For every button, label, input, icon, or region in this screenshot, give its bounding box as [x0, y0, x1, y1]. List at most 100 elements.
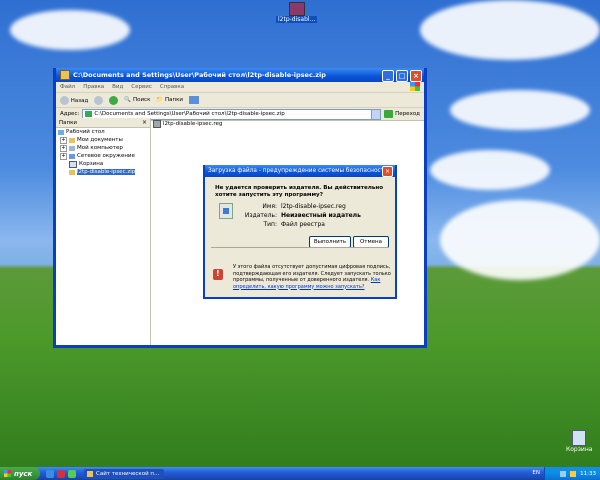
folders-pane-header: Папки × — [56, 118, 150, 128]
go-arrow-icon — [384, 110, 394, 118]
cloud — [420, 0, 600, 60]
folder-zip-icon — [60, 70, 70, 80]
dialog-title: Загрузка файла - предупреждение системы … — [208, 168, 388, 174]
expand-icon[interactable]: + — [60, 144, 67, 152]
cloud — [10, 10, 130, 50]
tree-item-recycle-bin[interactable]: Корзина — [56, 160, 150, 168]
expand-icon[interactable]: + — [60, 152, 67, 160]
start-button[interactable]: пуск — [0, 467, 40, 480]
desktop-icon-archive[interactable]: l2tp-disabl... — [276, 2, 318, 23]
warning-message: У этого файла отсутствует допустимая циф… — [233, 264, 391, 283]
windows-logo-icon — [410, 82, 420, 91]
dialog-close-button[interactable]: × — [382, 166, 393, 177]
expand-icon[interactable]: + — [60, 136, 67, 144]
taskbar-button-label: Сайт технической п... — [96, 470, 160, 477]
tree-item-network[interactable]: + Сетевое окружение — [56, 152, 150, 160]
recycle-bin-icon — [69, 160, 77, 168]
tree-item-my-documents[interactable]: + Мои документы — [56, 136, 150, 144]
cloud — [450, 90, 590, 130]
tree-item-desktop[interactable]: Рабочий стол — [56, 128, 150, 136]
publisher-value: Неизвестный издатель — [281, 212, 361, 219]
tree-item-label: Корзина — [79, 161, 104, 167]
folders-button[interactable]: 📁 Папки — [156, 97, 183, 103]
folders-label: Папки — [165, 97, 183, 103]
computer-icon — [69, 145, 75, 151]
menu-bar: Файл Правка Вид Сервис Справка — [56, 82, 424, 93]
file-item[interactable]: l2tp-disable-ipsec.reg — [153, 120, 222, 128]
back-label: Назад — [70, 97, 89, 104]
tree-item-label: Сетевое окружение — [77, 153, 135, 159]
cloud — [430, 150, 550, 190]
address-value: C:\Documents and Settings\User\Рабочий с… — [94, 111, 285, 117]
volume-tray-icon[interactable] — [570, 470, 577, 477]
type-value: Файл реестра — [281, 221, 325, 228]
menu-view[interactable]: Вид — [112, 84, 123, 90]
search-button[interactable]: 🔍 Поиск — [124, 97, 150, 103]
dialog-titlebar[interactable]: Загрузка файла - предупреждение системы … — [205, 165, 395, 177]
shield-warning-icon — [213, 269, 223, 280]
folders-pane: Папки × Рабочий стол + Мои документы + М… — [56, 118, 151, 345]
forward-button[interactable] — [94, 95, 104, 105]
go-label: Переход — [395, 111, 420, 117]
name-label: Имя: — [262, 203, 277, 210]
desktop-icon-label: l2tp-disabl... — [276, 16, 318, 23]
search-label: Поиск — [132, 97, 151, 103]
start-label: пуск — [14, 469, 33, 478]
tree-item-zip[interactable]: l2tp-disable-ipsec.zip — [56, 168, 150, 176]
desktop-icon-recycle-bin[interactable]: Корзина — [566, 430, 592, 453]
tree-item-label: Мои документы — [77, 137, 123, 143]
close-button[interactable]: × — [410, 70, 422, 82]
zip-folder-icon — [69, 169, 75, 175]
maximize-button[interactable]: □ — [396, 70, 408, 82]
address-label: Адрес: — [60, 111, 80, 117]
taskbar: пуск Сайт технической п... EN 11:33 — [0, 467, 600, 480]
file-name: l2tp-disable-ipsec.reg — [163, 121, 223, 127]
archive-icon — [288, 2, 305, 16]
folders-pane-title: Папки — [59, 119, 77, 126]
recycle-bin-icon — [572, 430, 587, 446]
warning-text: У этого файла отсутствует допустимая циф… — [233, 264, 393, 290]
network-tray-icon[interactable] — [560, 470, 567, 477]
menu-tools[interactable]: Сервис — [131, 84, 152, 90]
language-indicator[interactable]: EN — [532, 470, 540, 476]
go-button[interactable]: Переход — [384, 110, 424, 118]
type-label: Тип: — [263, 221, 277, 228]
toolbar: Назад 🔍 Поиск 📁 Папки — [56, 93, 424, 108]
registry-file-icon — [219, 203, 233, 219]
windows-logo-icon — [4, 470, 11, 477]
window-titlebar[interactable]: C:\Documents and Settings\User\Рабочий с… — [56, 68, 424, 82]
folder-icon — [87, 470, 93, 477]
publisher-row: Издатель: Неизвестный издатель — [235, 212, 361, 219]
desktop-folder-icon — [58, 129, 64, 135]
views-button[interactable] — [189, 96, 199, 104]
tree-item-my-computer[interactable]: + Мой компьютер — [56, 144, 150, 152]
zip-folder-icon — [85, 111, 93, 117]
folder-icon — [69, 137, 75, 143]
name-row: Имя: l2tp-disable-ipsec.reg — [235, 203, 346, 210]
menu-help[interactable]: Справка — [160, 84, 184, 90]
network-icon — [69, 153, 75, 159]
up-folder-button[interactable] — [109, 95, 119, 105]
tree-item-label: Рабочий стол — [66, 129, 105, 135]
menu-file[interactable]: Файл — [60, 84, 75, 90]
back-arrow-icon — [60, 95, 69, 105]
quick-launch — [46, 469, 76, 478]
back-button[interactable]: Назад — [60, 95, 89, 105]
clock: 11:33 — [580, 470, 596, 477]
media-player-icon[interactable] — [57, 469, 65, 478]
dialog-question: Не удается проверить издателя. Вы действ… — [215, 185, 384, 198]
messenger-icon[interactable] — [68, 469, 76, 478]
name-value: l2tp-disable-ipsec.reg — [281, 203, 346, 210]
publisher-label: Издатель: — [244, 212, 277, 219]
registry-file-icon — [153, 120, 161, 128]
security-warning-dialog: Загрузка файла - предупреждение системы … — [203, 165, 397, 299]
minimize-button[interactable]: _ — [382, 70, 394, 82]
tree-item-label: l2tp-disable-ipsec.zip — [77, 169, 136, 175]
internet-explorer-icon[interactable] — [46, 469, 54, 478]
menu-edit[interactable]: Правка — [83, 84, 104, 90]
close-pane-icon[interactable]: × — [142, 119, 147, 126]
taskbar-button-explorer[interactable]: Сайт технической п... — [84, 468, 164, 479]
dialog-separator — [211, 247, 389, 248]
type-row: Тип: Файл реестра — [235, 221, 325, 228]
window-title: C:\Documents and Settings\User\Рабочий с… — [73, 71, 326, 79]
